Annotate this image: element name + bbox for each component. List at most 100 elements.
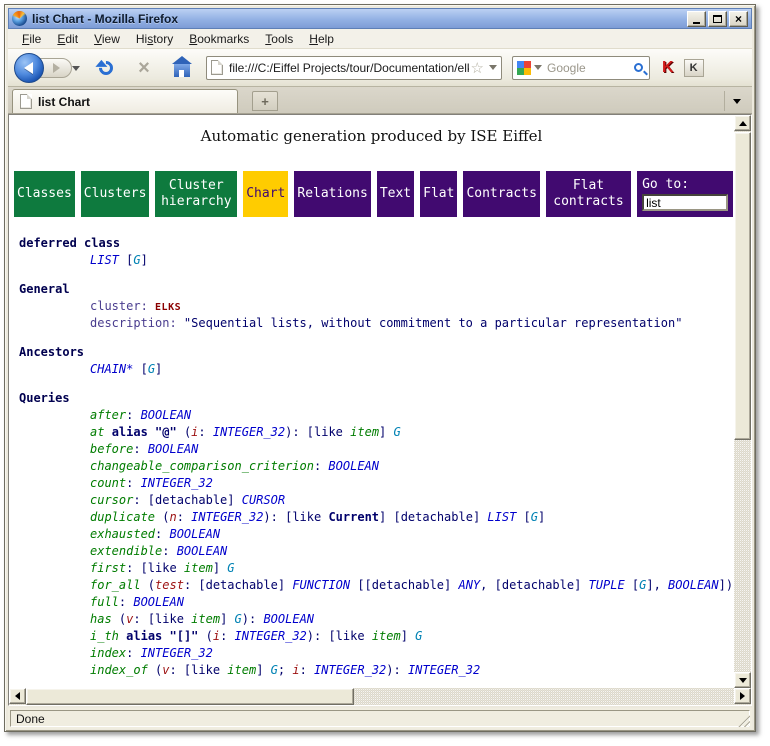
- vertical-scrollbar[interactable]: [734, 115, 751, 688]
- doc-button-cluster-hierarchy[interactable]: Cluster hierarchy: [155, 171, 237, 217]
- tab-list-chart[interactable]: list Chart: [12, 89, 238, 113]
- tab-strip: list Chart +: [8, 87, 752, 114]
- home-icon: [174, 64, 190, 77]
- url-dropdown-icon[interactable]: [489, 65, 497, 70]
- doc-button-flat-contracts[interactable]: Flat contracts: [546, 171, 631, 217]
- arrow-up-icon: [739, 121, 747, 126]
- code-line: before: BOOLEAN: [19, 441, 733, 458]
- class-chart-text: deferred classLIST [G] Generalcluster: EL…: [10, 235, 733, 679]
- close-button[interactable]: ×: [729, 11, 748, 27]
- close-icon: ×: [735, 14, 742, 24]
- goto-input[interactable]: [642, 194, 728, 211]
- document-viewport: Automatic generation produced by ISE Eif…: [10, 115, 733, 688]
- firefox-icon: [12, 11, 27, 26]
- scroll-up-button[interactable]: [734, 115, 751, 131]
- menu-file[interactable]: File: [14, 30, 49, 48]
- tab-page-icon: [20, 94, 32, 109]
- arrow-down-icon: [739, 678, 747, 683]
- status-text: Done: [10, 710, 750, 727]
- doc-button-classes[interactable]: Classes: [14, 171, 75, 217]
- back-forward-group: [14, 53, 80, 83]
- url-bar[interactable]: file:///C:/Eiffel Projects/tour/Document…: [206, 56, 502, 80]
- arrow-left-icon: [15, 692, 20, 700]
- k-addon-button[interactable]: K: [684, 59, 704, 77]
- doc-button-contracts[interactable]: Contracts: [463, 171, 539, 217]
- code-line: index_of (v: [like item] G; i: INTEGER_3…: [19, 662, 733, 679]
- code-line: first: [like item] G: [19, 560, 733, 577]
- google-icon[interactable]: [517, 61, 531, 75]
- code-heading: Ancestors: [19, 344, 733, 361]
- menu-bar: FileEditViewHistoryBookmarksToolsHelp: [8, 29, 752, 49]
- search-engine-dropdown-icon[interactable]: [534, 65, 542, 70]
- code-heading: deferred class: [19, 235, 733, 252]
- list-all-tabs-button[interactable]: [724, 91, 748, 111]
- scroll-right-button[interactable]: [734, 688, 751, 704]
- doc-button-text[interactable]: Text: [377, 171, 414, 217]
- code-line: description: "Sequential lists, without …: [19, 315, 733, 332]
- goto-cell: Go to:: [637, 171, 733, 217]
- scroll-down-button[interactable]: [734, 672, 751, 688]
- code-line: changeable_comparison_criterion: BOOLEAN: [19, 458, 733, 475]
- stop-button[interactable]: ×: [132, 56, 156, 80]
- menu-history[interactable]: History: [128, 30, 181, 48]
- stop-icon: ×: [138, 58, 150, 78]
- menu-edit[interactable]: Edit: [49, 30, 86, 48]
- doc-nav-buttons: ClassesClustersCluster hierarchyChartRel…: [10, 171, 733, 217]
- maximize-button[interactable]: [708, 11, 727, 27]
- code-line: extendible: BOOLEAN: [19, 543, 733, 560]
- window-title: list Chart - Mozilla Firefox: [32, 12, 687, 26]
- maximize-icon: [713, 15, 722, 23]
- minimize-button[interactable]: [687, 11, 706, 27]
- new-tab-button[interactable]: +: [252, 91, 278, 111]
- code-line: full: BOOLEAN: [19, 594, 733, 611]
- page-content: Automatic generation produced by ISE Eif…: [8, 114, 752, 706]
- reload-button[interactable]: [94, 56, 118, 80]
- back-button[interactable]: [14, 53, 44, 83]
- bookmark-star-icon[interactable]: ☆: [471, 59, 484, 77]
- status-bar: Done: [8, 708, 752, 729]
- code-line: CHAIN* [G]: [19, 361, 733, 378]
- doc-button-relations[interactable]: Relations: [294, 171, 370, 217]
- menu-view[interactable]: View: [86, 30, 128, 48]
- code-line: duplicate (n: INTEGER_32): [like Current…: [19, 509, 733, 526]
- home-button[interactable]: [170, 56, 194, 80]
- scroll-left-button[interactable]: [9, 688, 26, 704]
- url-input[interactable]: file:///C:/Eiffel Projects/tour/Document…: [229, 61, 469, 75]
- search-box[interactable]: [512, 56, 650, 80]
- doc-button-chart[interactable]: Chart: [243, 171, 288, 217]
- horizontal-scroll-thumb[interactable]: [26, 688, 354, 705]
- vertical-scroll-thumb[interactable]: [734, 132, 751, 440]
- search-icon[interactable]: [634, 63, 643, 72]
- code-line: LIST [G]: [19, 252, 733, 269]
- code-line: cursor: [detachable] CURSOR: [19, 492, 733, 509]
- code-heading: Queries: [19, 390, 733, 407]
- title-bar[interactable]: list Chart - Mozilla Firefox ×: [8, 8, 752, 29]
- browser-window: list Chart - Mozilla Firefox × FileEditV…: [4, 4, 756, 732]
- forward-icon: [53, 63, 60, 73]
- code-gap: [19, 269, 733, 281]
- chevron-down-icon: [733, 99, 741, 104]
- code-heading: General: [19, 281, 733, 298]
- minimize-icon: [693, 22, 700, 24]
- code-line: cluster: ELKS: [19, 298, 733, 315]
- code-line: index: INTEGER_32: [19, 645, 733, 662]
- back-icon: [24, 62, 33, 74]
- search-input[interactable]: [547, 61, 634, 75]
- tab-label: list Chart: [38, 95, 90, 109]
- arrow-right-icon: [740, 692, 745, 700]
- doc-button-flat[interactable]: Flat: [420, 171, 457, 217]
- kaspersky-icon[interactable]: K: [662, 59, 674, 77]
- page-title: Automatic generation produced by ISE Eif…: [10, 127, 733, 145]
- reload-icon: [96, 58, 116, 78]
- goto-label: Go to:: [642, 177, 689, 192]
- menu-help[interactable]: Help: [301, 30, 342, 48]
- code-line: exhausted: BOOLEAN: [19, 526, 733, 543]
- menu-bookmarks[interactable]: Bookmarks: [181, 30, 257, 48]
- code-gap: [19, 378, 733, 390]
- code-line: after: BOOLEAN: [19, 407, 733, 424]
- doc-button-clusters[interactable]: Clusters: [81, 171, 150, 217]
- page-icon: [211, 60, 223, 75]
- menu-tools[interactable]: Tools: [257, 30, 301, 48]
- history-dropdown-icon[interactable]: [72, 66, 80, 71]
- horizontal-scrollbar[interactable]: [9, 688, 751, 705]
